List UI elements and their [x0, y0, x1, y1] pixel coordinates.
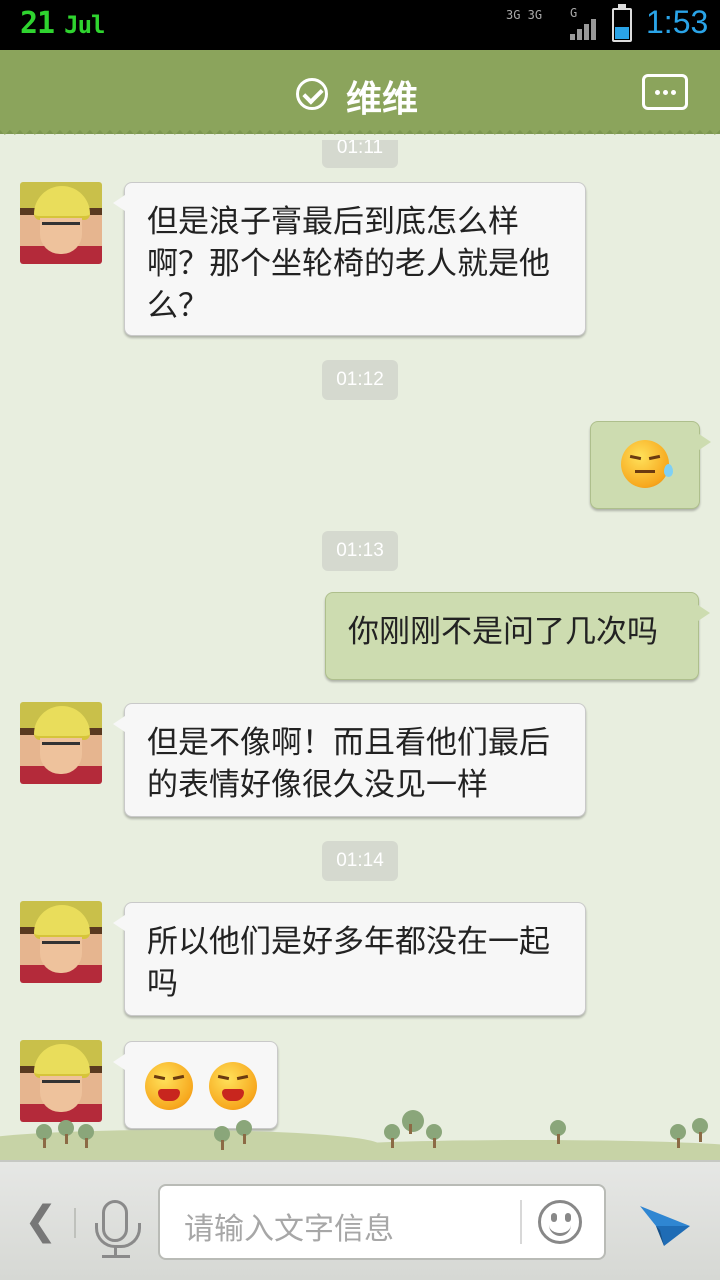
landscape-decoration: [0, 1100, 720, 1160]
chevron-left-icon[interactable]: ❮: [24, 1198, 58, 1244]
message-timestamp: 01:12: [322, 360, 398, 400]
outgoing-message[interactable]: [590, 421, 711, 509]
status-month: Jul: [64, 11, 105, 39]
smiley-icon[interactable]: [538, 1200, 582, 1244]
message-timestamp: 01:11: [322, 140, 398, 168]
contact-name: 维维: [346, 79, 419, 120]
divider: [74, 1208, 76, 1238]
input-placeholder: 请输入文字信息: [184, 1212, 394, 1247]
outgoing-message[interactable]: 你刚刚不是问了几次吗: [325, 592, 710, 680]
check-circle-icon: [296, 78, 328, 110]
message-input[interactable]: 请输入文字信息: [158, 1184, 606, 1260]
status-date: 21 Jul: [20, 6, 105, 41]
status-bar: 21 Jul 3G 3G G 1:53: [0, 0, 720, 50]
input-bar: ❮ 请输入文字信息: [0, 1160, 720, 1280]
chat-header: 维维: [0, 50, 720, 140]
avatar[interactable]: [20, 702, 102, 784]
microphone-icon[interactable]: [95, 1200, 141, 1248]
status-clock: 1:53: [646, 4, 709, 40]
avatar[interactable]: [20, 901, 102, 983]
status-day: 21: [20, 6, 55, 41]
sweat-emoji-icon: [621, 440, 673, 488]
avatar[interactable]: [20, 182, 102, 264]
message-timestamp: 01:14: [322, 841, 398, 881]
message-list[interactable]: 01:11 但是浪子膏最后到底怎么样啊？那个坐轮椅的老人就是他么？ 01:12 …: [0, 140, 720, 1160]
incoming-message[interactable]: 所以他们是好多年都没在一起吗: [113, 902, 586, 1016]
network-label: 3G 3G: [506, 8, 543, 22]
incoming-message[interactable]: 但是浪子膏最后到底怎么样啊？那个坐轮椅的老人就是他么？: [113, 182, 586, 336]
more-menu-button[interactable]: [642, 74, 688, 110]
paper-plane-icon[interactable]: [638, 1196, 692, 1250]
incoming-message[interactable]: 但是不像啊！而且看他们最后的表情好像很久没见一样: [113, 703, 586, 817]
battery-icon: [612, 4, 632, 42]
signal-icon: [570, 18, 600, 40]
message-timestamp: 01:13: [322, 531, 398, 571]
network-indicator: 3G 3G: [506, 8, 542, 22]
more-dots-icon: [655, 90, 660, 95]
